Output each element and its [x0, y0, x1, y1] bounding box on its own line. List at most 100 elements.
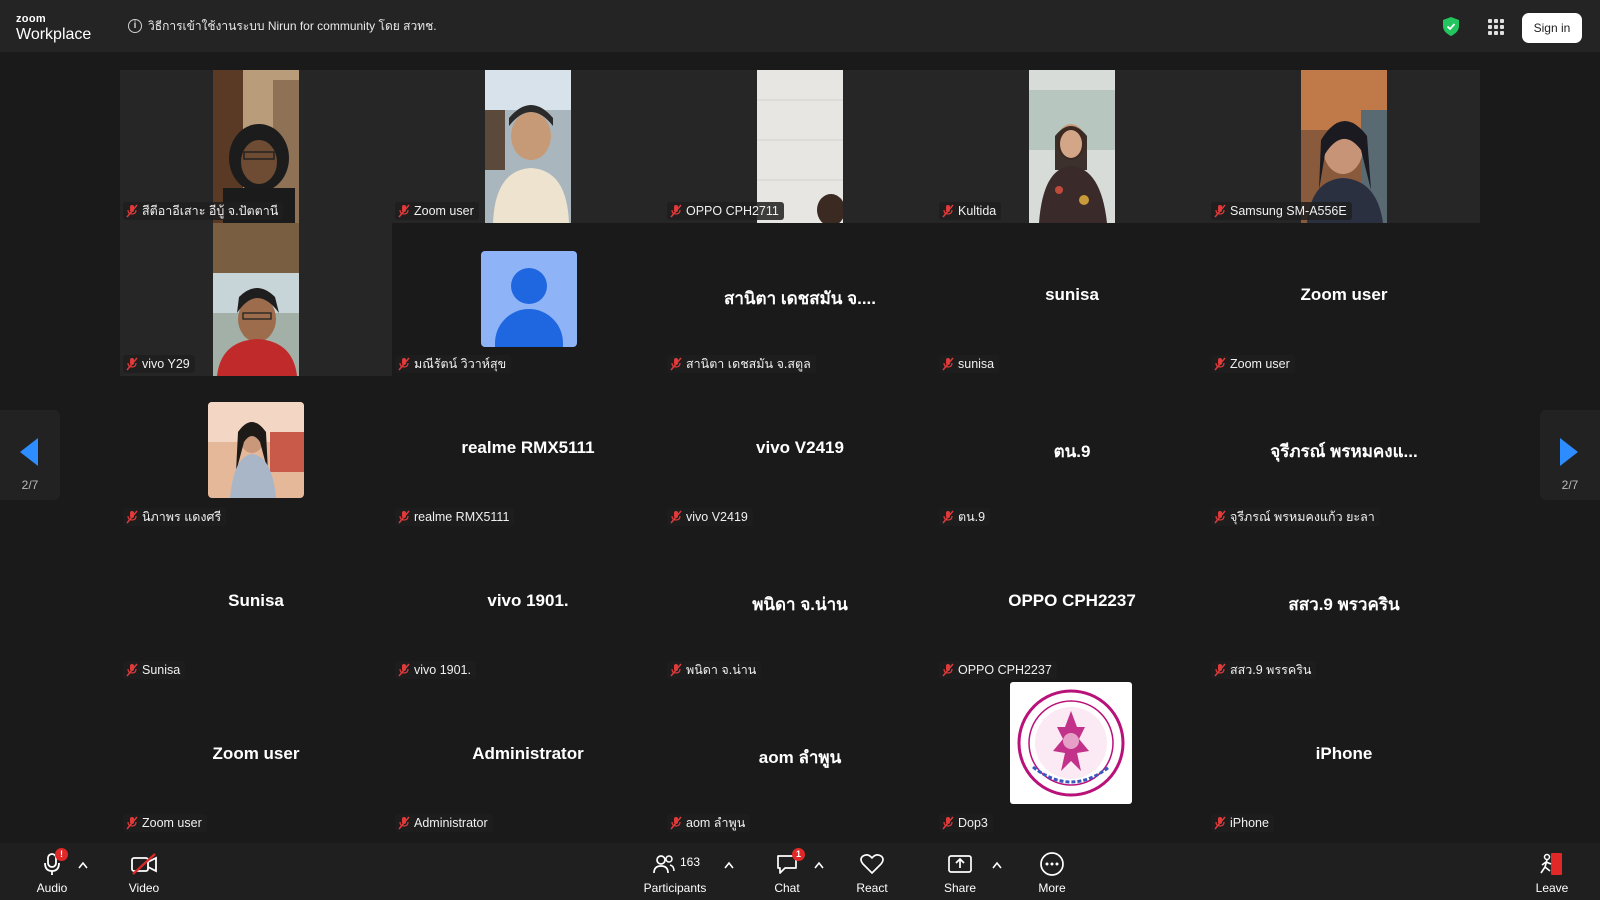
- participants-icon: [653, 855, 675, 874]
- muted-mic-icon: [1214, 663, 1226, 677]
- participants-count: 163: [680, 855, 701, 869]
- participant-tile[interactable]: Kultida: [936, 70, 1208, 223]
- leave-button[interactable]: Leave: [1536, 851, 1568, 895]
- participant-tile[interactable]: Zoom user Zoom user: [1208, 223, 1480, 376]
- participant-name: OPPO CPH2237: [958, 663, 1052, 677]
- video-button[interactable]: Video: [124, 851, 164, 895]
- participant-tile[interactable]: vivo Y29: [120, 223, 392, 376]
- participant-tile[interactable]: Zoom user: [392, 70, 664, 223]
- participant-name-label: realme RMX5111: [395, 508, 515, 526]
- participant-tile[interactable]: OPPO CPH2711: [664, 70, 936, 223]
- more-label: More: [1038, 881, 1066, 895]
- participant-tile[interactable]: sunisa sunisa: [936, 223, 1208, 376]
- default-avatar-icon: [481, 251, 577, 347]
- muted-mic-icon: [1214, 510, 1226, 524]
- audio-options-chevron-up-icon[interactable]: [78, 861, 88, 869]
- participant-display-name: OPPO CPH2237: [1008, 591, 1136, 610]
- participant-tile[interactable]: iPhone iPhone: [1208, 682, 1480, 835]
- participant-name: Zoom user: [414, 204, 474, 218]
- muted-mic-icon: [398, 510, 410, 524]
- previous-page-button[interactable]: 2/7: [0, 410, 60, 500]
- muted-mic-icon: [1214, 204, 1226, 218]
- muted-mic-icon: [942, 663, 954, 677]
- participants-options-chevron-up-icon[interactable]: [724, 861, 734, 869]
- participant-tile[interactable]: จุรีภรณ์ พรหมคงแ... จุรีภรณ์ พรหมคงแก้ว …: [1208, 376, 1480, 529]
- participant-display-name: vivo V2419: [756, 438, 844, 457]
- meeting-info[interactable]: i วิธีการเข้าใช้งานระบบ Nirun for commun…: [128, 17, 437, 35]
- participant-tile[interactable]: realme RMX5111 realme RMX5111: [392, 376, 664, 529]
- muted-mic-icon: [670, 510, 682, 524]
- share-options-chevron-up-icon[interactable]: [992, 861, 1002, 869]
- participant-tile[interactable]: สสว.9 พรวคริน สสว.9 พรรคริน: [1208, 529, 1480, 682]
- participant-display-name: ตน.9: [1053, 442, 1091, 461]
- sign-in-button[interactable]: Sign in: [1522, 13, 1582, 43]
- participant-tile[interactable]: OPPO CPH2237 OPPO CPH2237: [936, 529, 1208, 682]
- audio-button[interactable]: ! Audio: [34, 848, 70, 895]
- participant-display-name: สสว.9 พรวคริน: [1288, 595, 1400, 614]
- participant-name: พนิดา จ.น่าน: [686, 663, 757, 677]
- muted-mic-icon: [126, 816, 138, 830]
- participant-tile[interactable]: vivo 1901. vivo 1901.: [392, 529, 664, 682]
- chat-button[interactable]: 1 Chat: [770, 848, 805, 895]
- participant-name-label: OPPO CPH2237: [939, 661, 1057, 679]
- participant-name-label: สีตีอาอีเสาะ อีบู้ จ.ปัตตานี: [123, 202, 284, 220]
- muted-mic-icon: [670, 816, 682, 830]
- chat-options-chevron-up-icon[interactable]: [814, 861, 824, 869]
- share-button[interactable]: Share: [940, 851, 980, 895]
- participants-button[interactable]: 163 Participants: [640, 851, 710, 895]
- participant-name-label: Dop3: [939, 814, 993, 832]
- participant-tile[interactable]: Zoom user Zoom user: [120, 682, 392, 835]
- participant-tile[interactable]: สีตีอาอีเสาะ อีบู้ จ.ปัตตานี: [120, 70, 392, 223]
- participant-tile[interactable]: ตน.9 ตน.9: [936, 376, 1208, 529]
- participant-name: realme RMX5111: [414, 510, 510, 524]
- participant-video: [485, 70, 571, 223]
- participant-name: vivo 1901.: [414, 663, 471, 677]
- next-page-button[interactable]: 2/7: [1540, 410, 1600, 500]
- react-label: React: [856, 881, 888, 895]
- muted-mic-icon: [1214, 816, 1226, 830]
- participant-tile[interactable]: พนิดา จ.น่าน พนิดา จ.น่าน: [664, 529, 936, 682]
- participant-name-label: จุรีภรณ์ พรหมคงแก้ว ยะลา: [1211, 508, 1380, 526]
- page-indicator-right: 2/7: [1561, 478, 1579, 492]
- participant-name: iPhone: [1230, 816, 1269, 830]
- participant-name-label: vivo 1901.: [395, 661, 476, 679]
- participant-display-name: Administrator: [472, 744, 584, 763]
- participant-tile[interactable]: Administrator Administrator: [392, 682, 664, 835]
- meeting-toolbar: ! Audio Video 163 Participants 1 Chat Re…: [0, 843, 1600, 900]
- participant-name: Administrator: [414, 816, 488, 830]
- participant-name-label: Administrator: [395, 814, 493, 832]
- participant-video: [757, 70, 843, 223]
- participant-tile[interactable]: vivo V2419 vivo V2419: [664, 376, 936, 529]
- participant-tile[interactable]: นิภาพร แดงศรี: [120, 376, 392, 529]
- participant-tile[interactable]: มณีรัตน์ วิวาห์สุข: [392, 223, 664, 376]
- participant-name-label: vivo Y29: [123, 355, 195, 373]
- participant-tile[interactable]: Sunisa Sunisa: [120, 529, 392, 682]
- meeting-topic: วิธีการเข้าใช้งานระบบ Nirun for communit…: [148, 18, 437, 33]
- participant-tile[interactable]: aom ลำพูน aom ลำพูน: [664, 682, 936, 835]
- participant-name: aom ลำพูน: [686, 816, 746, 830]
- participant-display-name: Zoom user: [1300, 285, 1388, 304]
- apps-grid-icon[interactable]: [1488, 19, 1504, 35]
- participant-display-name: Sunisa: [228, 591, 284, 610]
- participant-name: สีตีอาอีเสาะ อีบู้ จ.ปัตตานี: [142, 204, 279, 218]
- participant-name-label: Zoom user: [395, 202, 479, 220]
- participant-name: Zoom user: [1230, 357, 1290, 371]
- participant-name-label: มณีรัตน์ วิวาห์สุข: [395, 355, 512, 373]
- more-button[interactable]: More: [1032, 851, 1072, 895]
- participant-name: Dop3: [958, 816, 988, 830]
- participant-tile[interactable]: Samsung SM-A556E: [1208, 70, 1480, 223]
- muted-mic-icon: [942, 204, 954, 218]
- heart-icon: [860, 854, 884, 874]
- react-button[interactable]: React: [852, 851, 892, 895]
- leave-label: Leave: [1535, 881, 1569, 895]
- participant-video: [213, 223, 299, 376]
- encryption-shield-icon[interactable]: [1443, 17, 1459, 36]
- video-label: Video: [128, 881, 160, 895]
- participant-tile[interactable]: สานิตา เดชสมัน จ.... สานิตา เดชสมัน จ.สต…: [664, 223, 936, 376]
- participant-display-name: iPhone: [1315, 744, 1373, 763]
- participant-tile[interactable]: Dop3: [936, 682, 1208, 835]
- info-icon[interactable]: i: [128, 19, 142, 33]
- participant-name: sunisa: [958, 357, 995, 371]
- participant-name: OPPO CPH2711: [686, 204, 779, 218]
- muted-mic-icon: [1214, 357, 1226, 371]
